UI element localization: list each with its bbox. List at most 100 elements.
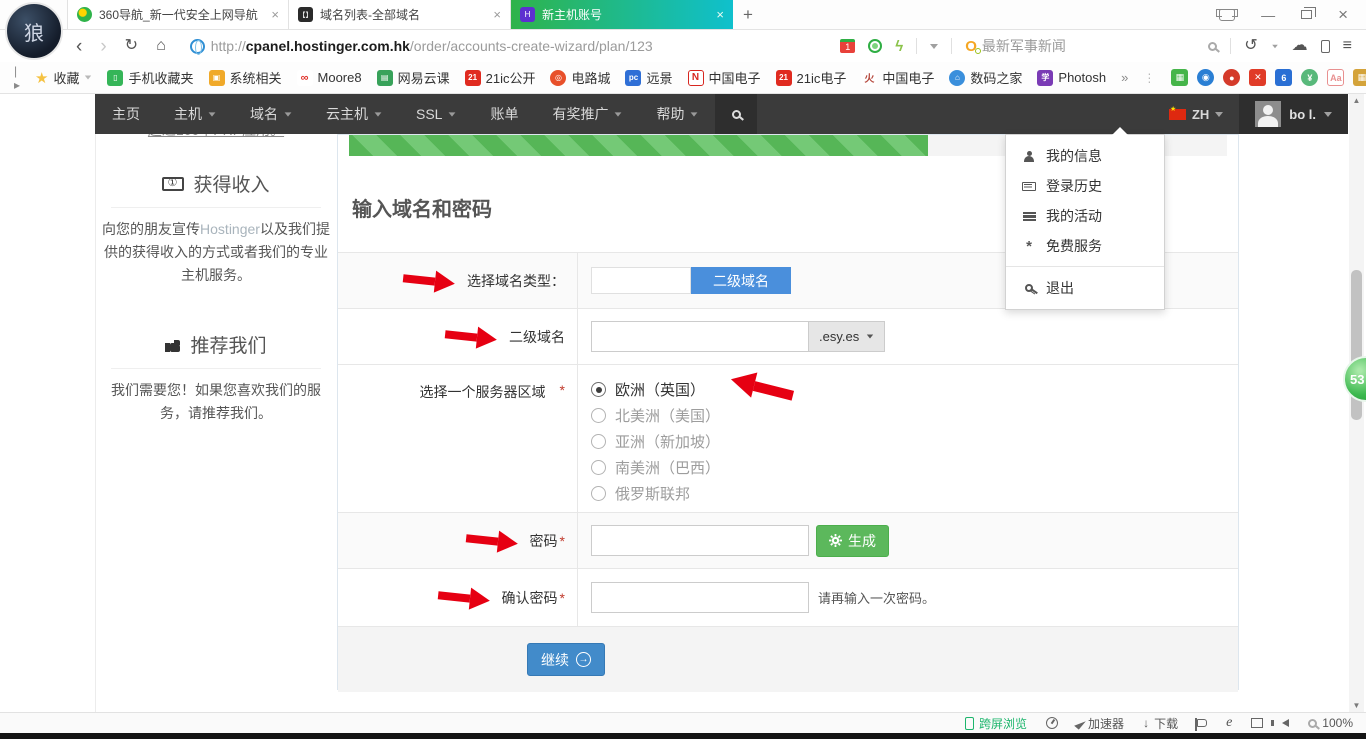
radio-europe-uk[interactable]: 欧洲（英国） [591,380,794,399]
collapse-sidebar-icon[interactable]: |▸ [14,64,20,92]
chevron-down-icon[interactable] [1272,44,1278,48]
bookmark-21ic-open[interactable]: 21 21ic公开 [465,68,536,87]
search-input[interactable]: O 最新军事新闻 [965,36,1195,56]
shield-yuan-icon[interactable]: ¥ [1301,69,1318,86]
speed-ball-badge[interactable]: 53 [1343,356,1366,402]
back-icon[interactable]: ‹ [76,37,82,56]
search-icon[interactable] [1208,42,1217,51]
bookmark-mobile-favorites[interactable]: ▯ 手机收藏夹 [107,68,193,87]
bookmarks-overflow-icon[interactable]: » [1121,70,1128,85]
radio-south-america-brazil[interactable]: 南美洲（巴西） [591,458,720,477]
menu-item-login-history[interactable]: 登录历史 [1006,171,1164,201]
chevron-down-icon [691,112,698,116]
chevron-down-icon [375,112,382,116]
bookmark-netease-class[interactable]: ▤ 网易云课 [377,68,450,87]
scroll-down-icon[interactable]: ▼ [1349,701,1364,710]
calendar-icon[interactable]: 1 [840,39,855,53]
bookmark-moore8[interactable]: ∞ Moore8 [297,70,362,86]
domain-type-blank-button[interactable] [591,267,691,294]
bookmark-label: Moore8 [318,70,362,85]
undo-history-icon[interactable]: ↺ [1244,38,1257,54]
new-tab-button[interactable]: + [733,0,763,29]
puzzle-extension-icon[interactable]: ▦ [1353,69,1366,86]
tab-close-icon[interactable]: × [716,7,724,22]
bookmark-digital-home[interactable]: ⌂ 数码之家 [949,68,1022,87]
menu-item-my-info[interactable]: 我的信息 [1006,141,1164,171]
bookmark-china-electronics-n[interactable]: N 中国电子 [688,68,761,87]
home-icon[interactable]: ⌂ [156,38,166,54]
bookmark-vista[interactable]: pc 远景 [625,68,672,87]
bookmark-china-electronics-flame[interactable]: 火 中国电子 [861,68,934,87]
subdomain-type-button[interactable]: 二级域名 [691,267,791,294]
nav-vps[interactable]: 云主机 [309,94,399,134]
subdomain-input[interactable] [591,321,809,352]
phone-icon[interactable] [1321,40,1330,53]
cross-screen-browse[interactable]: 跨屏浏览 [965,715,1027,732]
tools-extension-icon[interactable]: ✕ [1249,69,1266,86]
url-field[interactable]: http:// cpanel.hostinger.com.hk /order/a… [190,38,653,54]
nav-home[interactable]: 主页 [95,94,157,134]
minimize-button[interactable]: — [1261,7,1275,23]
zoom-control[interactable]: 100% [1308,716,1353,730]
nav-hosting[interactable]: 主机 [157,94,233,134]
generate-password-button[interactable]: 生成 [816,525,889,557]
menu-icon[interactable]: ≡ [1343,38,1352,54]
bookmark-21ic-elec[interactable]: 21 21ic电子 [776,68,847,87]
tab-close-icon[interactable]: × [271,7,279,22]
tab-360-nav[interactable]: 360导航_新一代安全上网导航 × [67,0,289,29]
ie-compat-mode[interactable]: e [1226,715,1232,731]
tab-domain-list[interactable]: 【】 域名列表-全部域名 × [289,0,511,29]
accelerator[interactable]: 加速器 [1077,715,1124,732]
bookmark-photoshop[interactable]: 学 Photosh [1037,70,1106,86]
nav-billing[interactable]: 账单 [473,94,535,134]
bookmark-system-folder[interactable]: ▣ 系统相关 [209,68,282,87]
font-aa-icon[interactable]: Aa [1327,69,1344,86]
report-flag[interactable] [1197,719,1207,727]
password-input[interactable] [591,525,809,556]
continue-button[interactable]: 继续 → [527,643,605,676]
menu-item-my-activity[interactable]: 我的活动 [1006,201,1164,231]
close-button[interactable]: × [1338,5,1348,25]
mute-toggle[interactable] [1282,719,1289,727]
bookmark-circuit-city[interactable]: ◎ 电路城 [550,68,610,87]
apps-grid-icon[interactable]: ▦ [1171,69,1188,86]
page-scrollbar[interactable]: ▲ ▼ [1349,94,1364,712]
reload-icon[interactable]: ↻ [125,38,138,54]
confirm-password-input[interactable] [591,582,809,613]
chevron-down-icon[interactable] [930,44,938,49]
speed-gauge[interactable] [1046,717,1058,729]
bookmark-favorites[interactable]: ★ 收藏 [35,68,92,87]
hostinger-link[interactable]: Hostinger [200,221,260,237]
scroll-up-icon[interactable]: ▲ [1349,96,1364,105]
nav-help[interactable]: 帮助 [639,94,715,134]
tab-close-icon[interactable]: × [493,7,501,22]
skin-theme-icon[interactable] [1219,9,1235,21]
pc-icon: pc [625,70,641,86]
site-search-button[interactable] [715,94,757,134]
radio-north-america-us[interactable]: 北美洲（美国） [591,406,720,425]
cloud-sync-icon[interactable]: ☁ [1292,38,1308,54]
compass-extension-icon[interactable]: ◉ [1197,69,1214,86]
nav-ssl[interactable]: SSL [399,94,473,134]
restore-button[interactable] [1301,10,1312,19]
aperture-icon[interactable] [868,39,882,53]
lightning-icon[interactable]: ϟ [895,38,903,55]
menu-item-logout[interactable]: 退出 [1006,267,1164,309]
user-account-menu[interactable]: bo l. [1239,94,1348,134]
nav-domains[interactable]: 域名 [233,94,309,134]
redpacket-extension-icon[interactable]: ● [1223,69,1240,86]
language-selector[interactable]: ZH [1153,107,1239,122]
radio-russia[interactable]: 俄罗斯联邦 [591,484,690,503]
window-mode[interactable] [1251,718,1263,728]
six-extension-icon[interactable]: 6 [1275,69,1292,86]
extension-separator-icon: ⋮ [1143,71,1156,85]
browser-avatar-wolf-logo[interactable]: 狼 [5,2,63,60]
forward-icon[interactable]: › [100,37,106,56]
nav-referrals[interactable]: 有奖推广 [535,94,639,134]
radio-asia-singapore[interactable]: 亚洲（新加坡） [591,432,720,451]
subdomain-label-cell: 二级域名 [338,309,578,364]
tab-new-hosting-account[interactable]: H 新主机账号 × [511,0,733,29]
menu-item-free-services[interactable]: * 免费服务 [1006,231,1164,261]
subdomain-suffix-dropdown[interactable]: .esy.es [809,321,885,352]
downloads[interactable]: ↓ 下载 [1143,715,1178,732]
